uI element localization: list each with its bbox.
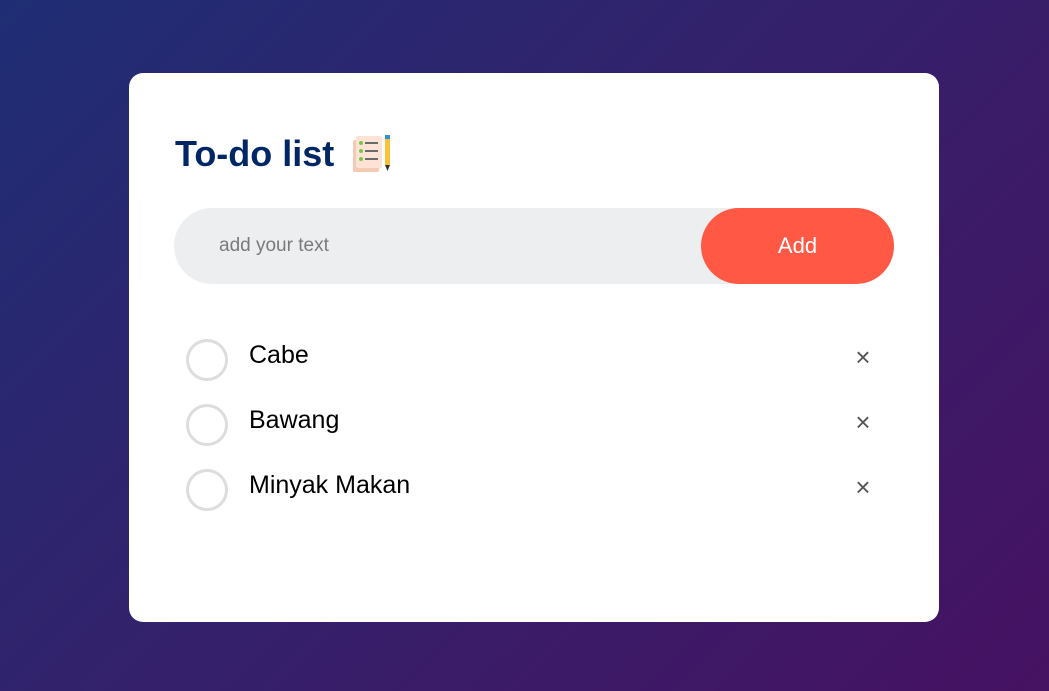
page-title: To-do list — [175, 133, 335, 174]
add-button[interactable]: Add — [701, 208, 894, 284]
task-checkbox[interactable] — [186, 339, 228, 381]
task-item[interactable]: Bawang × — [175, 394, 895, 459]
todo-card: To-do list Add Cabe × Bawang × — [129, 73, 939, 622]
task-text: Bawang — [249, 406, 340, 434]
task-text: Cabe — [249, 341, 309, 369]
add-task-row: Add — [174, 208, 894, 284]
task-list: Cabe × Bawang × Minyak Makan × — [175, 329, 895, 524]
task-checkbox[interactable] — [186, 404, 228, 446]
close-icon[interactable]: × — [849, 343, 877, 371]
title-row: To-do list — [175, 133, 392, 175]
task-item[interactable]: Cabe × — [175, 329, 895, 394]
task-input[interactable] — [174, 208, 694, 284]
task-text: Minyak Makan — [249, 471, 411, 499]
close-icon[interactable]: × — [849, 408, 877, 436]
task-item[interactable]: Minyak Makan × — [175, 459, 895, 524]
task-checkbox[interactable] — [186, 469, 228, 511]
notepad-pencil-icon — [353, 135, 391, 172]
close-icon[interactable]: × — [849, 473, 877, 501]
